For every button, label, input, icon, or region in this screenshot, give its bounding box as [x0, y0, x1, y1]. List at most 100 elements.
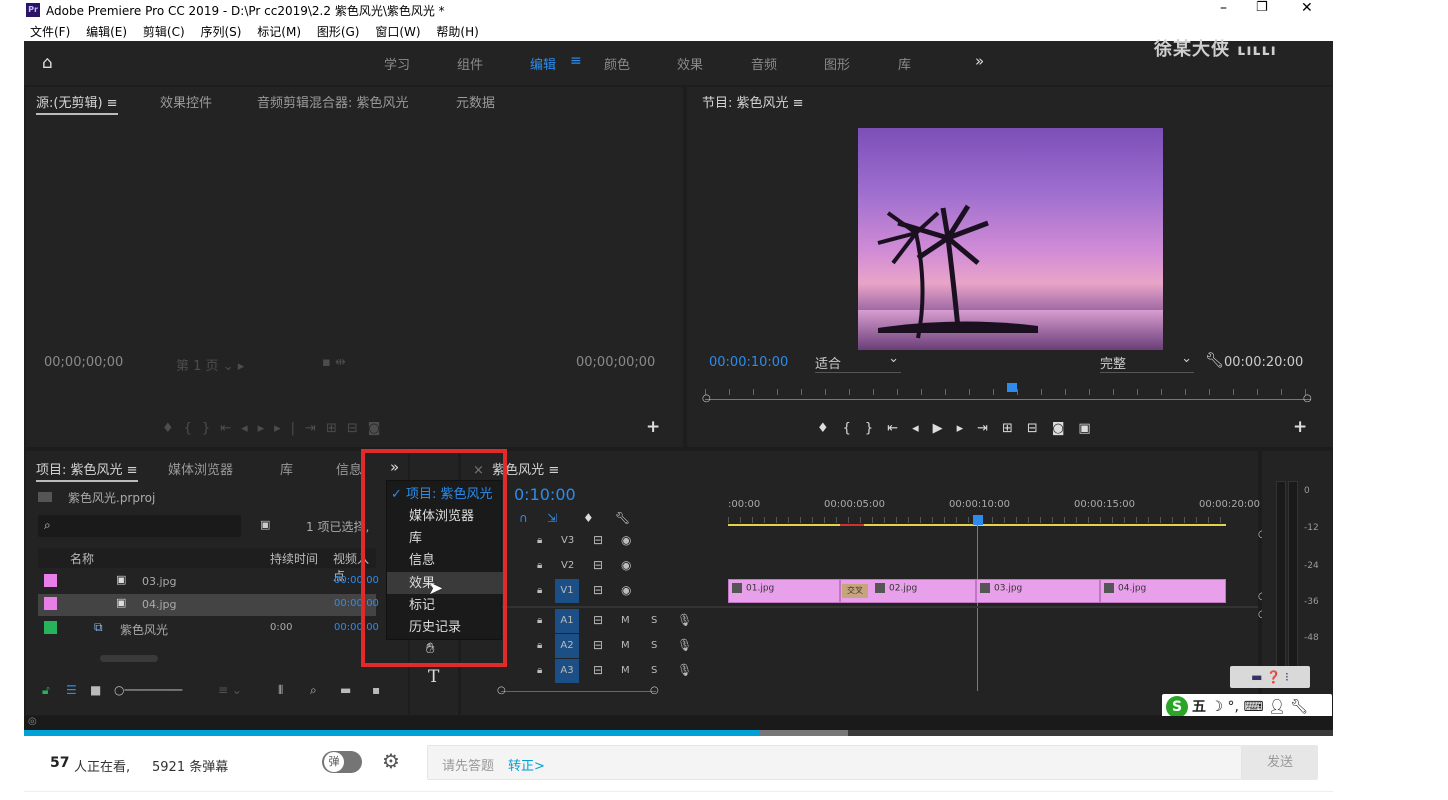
program-scrubber[interactable]: ○ ○ — [702, 383, 1312, 405]
horizontal-scrollbar[interactable] — [100, 655, 158, 662]
video-player[interactable]: Pr Adobe Premiere Pro CC 2019 - D:\Pr cc… — [24, 0, 1333, 736]
lock-icon[interactable]: 🔒︎ — [537, 640, 542, 651]
menu-help[interactable]: 帮助(H) — [436, 25, 478, 39]
solo-button[interactable]: S — [651, 615, 657, 626]
list-item[interactable]: ▣ 04.jpg 00:00:00 — [38, 594, 379, 616]
tab-source[interactable]: 源:(无剪辑) ≡ — [36, 92, 118, 115]
microphone-icon[interactable]: 🎙︎ — [677, 638, 692, 652]
zoom-handle-left[interactable]: ○ — [497, 685, 506, 696]
microphone-icon[interactable]: 🎙︎ — [677, 663, 692, 677]
source-settings-icons[interactable]: ▪ ⇹ — [322, 355, 346, 370]
danmaku-input[interactable]: 请先答题 转正> — [427, 745, 1242, 780]
new-item-icon[interactable]: ▪ — [372, 683, 380, 697]
mute-button[interactable]: M — [621, 615, 630, 626]
program-timecode-current[interactable]: 00:00:10:00 — [709, 355, 788, 370]
icon-view-icon[interactable]: ■ — [90, 683, 101, 697]
wrench-icon[interactable]: 🔧︎ — [1290, 699, 1308, 715]
keyboard-icon[interactable]: ⌨ — [1243, 699, 1263, 715]
quality-select[interactable]: 完整 ⌄ — [1100, 351, 1194, 373]
wrench-icon[interactable]: 🔧︎ — [1205, 351, 1224, 369]
lock-icon[interactable]: 🔒︎ — [537, 535, 542, 546]
source-page-select[interactable]: 第 1 页 ⌄ ▸ — [176, 355, 244, 374]
lock-icon[interactable]: 🔒︎ — [537, 615, 542, 626]
playhead-marker[interactable] — [1007, 383, 1017, 392]
menu-clip[interactable]: 剪辑(C) — [143, 25, 185, 39]
lock-icon[interactable]: 🔓︎ — [42, 683, 50, 698]
eye-icon[interactable]: ◉ — [621, 583, 631, 597]
workspace-more[interactable]: » — [975, 52, 984, 70]
mute-button[interactable]: M — [621, 640, 630, 651]
menu-sequence[interactable]: 序列(S) — [200, 25, 241, 39]
workspace-color[interactable]: 颜色 — [604, 54, 630, 73]
workspace-editing[interactable]: 编辑 — [530, 54, 556, 73]
solo-button[interactable]: S — [651, 665, 657, 676]
lock-icon[interactable]: 🔒︎ — [537, 560, 542, 571]
linked-selection-icon[interactable]: ⇲ — [547, 511, 557, 525]
program-add-button[interactable]: + — [1293, 417, 1307, 437]
moon-icon[interactable]: ☽ — [1210, 699, 1223, 715]
tab-effect-controls[interactable]: 效果控件 — [160, 92, 212, 111]
fit-select[interactable]: 适合 ⌄ — [815, 351, 901, 373]
new-bin-icon[interactable]: ▬ — [340, 683, 351, 697]
timeline-clip[interactable]: 01.jpg — [728, 579, 840, 603]
close-button[interactable]: ✕ — [1301, 0, 1313, 16]
type-tool-icon[interactable]: T — [428, 667, 439, 687]
source-timecode-left[interactable]: 00;00;00;00 — [44, 355, 123, 370]
tab-project[interactable]: 项目: 紫色风光 ≡ — [36, 459, 138, 482]
tab-libraries[interactable]: 库 — [280, 459, 293, 478]
sort-icon[interactable]: ≡ ⌄ — [218, 683, 242, 697]
timeline-timecode[interactable]: 0:10:00 — [514, 485, 576, 504]
panel-menu-icon[interactable]: ≡ — [127, 463, 138, 478]
panel-menu-icon[interactable]: ≡ — [107, 96, 118, 111]
list-item[interactable]: ▣ 03.jpg 00:00:00 — [38, 571, 379, 593]
workspace-effects[interactable]: 效果 — [677, 54, 703, 73]
source-add-button[interactable]: + — [646, 417, 660, 437]
eye-icon[interactable]: ◉ — [621, 558, 631, 572]
menu-file[interactable]: 文件(F) — [30, 25, 70, 39]
workspace-libraries[interactable]: 库 — [898, 54, 911, 73]
upgrade-link[interactable]: 转正> — [508, 755, 545, 774]
sync-lock-icon[interactable]: ⊟ — [593, 558, 603, 572]
timeline-playhead[interactable] — [973, 515, 983, 525]
lock-icon[interactable]: 🔒︎ — [537, 585, 542, 596]
column-name[interactable]: 名称 — [70, 550, 94, 567]
transition-cross-dissolve[interactable]: 交叉 — [842, 584, 868, 598]
timeline-settings-icon[interactable]: 🔧︎ — [615, 511, 630, 525]
new-bin-from-search-icon[interactable]: ▣ — [260, 518, 270, 531]
eye-icon[interactable]: ◉ — [621, 533, 631, 547]
automate-icon[interactable]: ⦀ — [278, 683, 283, 698]
menu-marker[interactable]: 标记(M) — [257, 25, 301, 39]
danmaku-settings-icon[interactable]: ⚙ — [382, 749, 400, 773]
sync-lock-icon[interactable]: ⊟ — [593, 663, 603, 677]
sync-lock-icon[interactable]: ⊟ — [593, 613, 603, 627]
lock-icon[interactable]: 🔒︎ — [537, 665, 542, 676]
user-icon[interactable]: 👤︎ — [1268, 699, 1286, 715]
zoom-slider[interactable]: ○──────── — [114, 683, 182, 697]
tab-audio-clip-mixer[interactable]: 音频剪辑混合器: 紫色风光 — [257, 92, 409, 111]
column-duration[interactable]: 持续时间 — [270, 550, 318, 567]
tab-info[interactable]: 信息 — [336, 459, 362, 478]
workspace-audio[interactable]: 音频 — [751, 54, 777, 73]
menu-edit[interactable]: 编辑(E) — [86, 25, 127, 39]
workspace-menu-icon[interactable]: ≡ — [570, 53, 582, 69]
add-marker-icon[interactable]: ♦ — [583, 511, 594, 525]
list-view-icon[interactable]: ☰ — [66, 683, 77, 697]
tab-media-browser[interactable]: 媒体浏览器 — [168, 459, 233, 478]
workspace-assembly[interactable]: 组件 — [457, 54, 483, 73]
punctuation-icon[interactable]: °, — [1227, 699, 1238, 715]
horizontal-zoom-bar[interactable] — [501, 691, 656, 692]
home-icon[interactable]: ⌂ — [42, 53, 53, 73]
program-transport-icons[interactable]: ♦{}⇤◂▶▸⇥⊞⊟◙▣ — [817, 421, 1105, 436]
timeline-clip[interactable]: 03.jpg — [976, 579, 1100, 603]
minimize-button[interactable]: – — [1220, 0, 1227, 16]
send-button[interactable]: 发送 — [1242, 745, 1318, 780]
scrubber-end-handle[interactable]: ○ — [1303, 393, 1312, 404]
zoom-handle-right[interactable]: ○ — [650, 685, 659, 696]
panel-menu-icon[interactable]: ≡ — [548, 463, 559, 478]
danmaku-toggle[interactable]: 弹 — [322, 751, 362, 773]
tab-program[interactable]: 节目: 紫色风光 ≡ — [702, 92, 804, 111]
tab-metadata[interactable]: 元数据 — [456, 92, 495, 111]
sync-lock-icon[interactable]: ⊟ — [593, 533, 603, 547]
restore-button[interactable]: ❐ — [1256, 0, 1268, 15]
microphone-icon[interactable]: 🎙︎ — [677, 613, 692, 627]
